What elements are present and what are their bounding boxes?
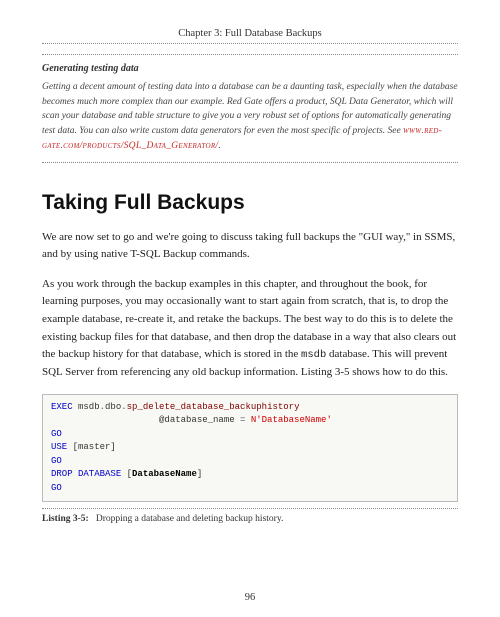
code-token: msdb: [73, 402, 100, 412]
code-token: DatabaseName: [132, 469, 197, 479]
code-token: @database_name: [51, 415, 240, 425]
callout-body-pre: Getting a decent amount of testing data …: [42, 82, 458, 136]
page-number: 96: [0, 592, 500, 603]
chapter-header: Chapter 3: Full Database Backups: [42, 28, 458, 43]
code-token: DROP: [51, 469, 73, 479]
code-listing: EXEC msdb.dbo.sp_delete_database_backuph…: [42, 394, 458, 503]
callout-title: Generating testing data: [42, 63, 458, 74]
code-token: ]: [197, 469, 202, 479]
code-token: GO: [51, 456, 62, 466]
listing-label: Listing 3-5:: [42, 514, 89, 524]
code-token: DATABASE: [73, 469, 122, 479]
code-token: [master]: [67, 442, 116, 452]
listing-caption: Listing 3-5: Dropping a database and del…: [42, 508, 458, 524]
paragraph-2: As you work through the backup examples …: [42, 276, 458, 382]
section-heading: Taking Full Backups: [42, 191, 458, 215]
code-token: GO: [51, 429, 62, 439]
paragraph-1: We are now set to go and we're going to …: [42, 229, 458, 264]
code-token: [: [121, 469, 132, 479]
inline-code-msdb: msdb: [301, 349, 326, 361]
code-token: sp_delete_database_backuphistory: [127, 402, 300, 412]
code-token: N'DatabaseName': [245, 415, 331, 425]
code-token: dbo: [105, 402, 121, 412]
callout-box: Generating testing data Getting a decent…: [42, 54, 458, 163]
code-token: EXEC: [51, 402, 73, 412]
callout-body: Getting a decent amount of testing data …: [42, 80, 458, 154]
header-rule: [42, 43, 458, 44]
code-token: USE: [51, 442, 67, 452]
listing-text: Dropping a database and deleting backup …: [96, 514, 283, 524]
code-token: GO: [51, 483, 62, 493]
callout-body-post: .: [218, 141, 220, 151]
